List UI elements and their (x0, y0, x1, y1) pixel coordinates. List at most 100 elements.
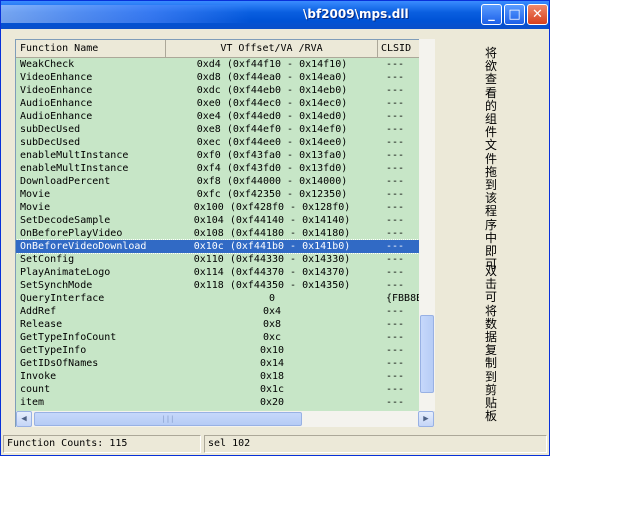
table-row[interactable]: subDecUsed 0xec (0xf44ee0 - 0x14ee0) --- (16, 136, 433, 149)
column-header-vt-offset[interactable]: VT Offset/VA /RVA (166, 40, 378, 57)
window-title: \bf2009\mps.dll (303, 7, 409, 21)
cell-vt-offset: 0x100 (0xf428f0 - 0x128f0) (193, 202, 351, 213)
cell-vt-offset: 0x18 (259, 371, 285, 382)
cell-function-name: SetSynchMode (20, 280, 93, 291)
cell-vt-offset: 0xdc (0xf44eb0 - 0x14eb0) (196, 85, 348, 96)
cell-function-name: subDecUsed (20, 124, 81, 135)
table-row[interactable]: item 0x20 --- (16, 396, 433, 409)
vertical-scroll-thumb[interactable] (420, 315, 434, 393)
table-row[interactable]: SetDecodeSample 0x104 (0xf44140 - 0x14140… (16, 214, 433, 227)
cell-function-name: SetConfig (20, 254, 75, 265)
scroll-left-button[interactable]: ◀ (16, 411, 32, 427)
cell-function-name: AddRef (20, 306, 57, 317)
table-row[interactable]: GetTypeInfo 0x10 --- (16, 344, 433, 357)
cell-vt-offset: 0x14 (259, 358, 285, 369)
cell-vt-offset: 0x10 (259, 345, 285, 356)
cell-function-name: PlayAnimateLogo (20, 267, 111, 278)
title-bar[interactable]: \bf2009\mps.dll _ □ ✕ (1, 1, 549, 29)
title-obscured-region (1, 5, 251, 23)
table-row[interactable]: AddRef 0x4 --- (16, 305, 433, 318)
cell-vt-offset: 0xec (0xf44ee0 - 0x14ee0) (196, 137, 348, 148)
cell-function-name: GetTypeInfoCount (20, 332, 117, 343)
arrow-left-icon: ◀ (21, 414, 27, 424)
table-row[interactable]: OnBeforeVideoDownload 0x10c (0xf441b0 - 0… (16, 239, 433, 254)
table-row[interactable]: count 0x1c --- (16, 383, 433, 396)
status-bar: Function Counts: 115 sel 102 (1, 433, 549, 455)
table-row[interactable]: QueryInterface0{FBB8BF69 (16, 292, 433, 305)
arrow-right-icon: ▶ (423, 414, 429, 424)
cell-vt-offset: 0x104 (0xf44140 - 0x14140) (193, 215, 351, 226)
table-row[interactable]: Invoke 0x18 --- (16, 370, 433, 383)
cell-function-name: Invoke (20, 371, 57, 382)
cell-vt-offset: 0xfc (0xf42350 - 0x12350) (196, 189, 348, 200)
cell-function-name: OnBeforeVideoDownload (20, 241, 147, 252)
cell-vt-offset: 0x110 (0xf44330 - 0x14330) (193, 254, 351, 265)
minimize-button[interactable]: _ (481, 4, 502, 25)
table-row[interactable]: GetIDsOfNames 0x14 --- (16, 357, 433, 370)
cell-vt-offset: 0xe0 (0xf44ec0 - 0x14ec0) (196, 98, 348, 109)
status-selection: sel 102 (204, 435, 547, 453)
table-row[interactable]: VideoEnhance 0xd8 (0xf44ea0 - 0x14ea0) --- (16, 71, 433, 84)
cell-vt-offset: 0xf0 (0xf43fa0 - 0x13fa0) (196, 150, 348, 161)
cell-function-name: AudioEnhance (20, 111, 93, 122)
close-icon: ✕ (532, 7, 543, 22)
table-row[interactable]: Movie 0xfc (0xf42350 - 0x12350) --- (16, 188, 433, 201)
cell-function-name: QueryInterface (20, 293, 105, 304)
cell-function-name: Movie (20, 202, 51, 213)
table-row[interactable]: Release 0x8 --- (16, 318, 433, 331)
cell-vt-offset: 0xe8 (0xf44ef0 - 0x14ef0) (196, 124, 348, 135)
cell-vt-offset: 0xc (262, 332, 282, 343)
cell-function-name: VideoEnhance (20, 85, 93, 96)
cell-vt-offset: 0x118 (0xf44350 - 0x14350) (193, 280, 351, 291)
cell-function-name: enableMultInstance (20, 150, 129, 161)
table-row[interactable]: PlayAnimateLogo 0x114 (0xf44370 - 0x14370… (16, 266, 433, 279)
cell-vt-offset: 0x1c (259, 384, 285, 395)
column-header-function-name[interactable]: Function Name (16, 40, 166, 57)
close-button[interactable]: ✕ (527, 4, 548, 25)
table-row[interactable]: VideoEnhance 0xdc (0xf44eb0 - 0x14eb0) --- (16, 84, 433, 97)
minimize-icon: _ (488, 7, 495, 22)
cell-vt-offset: 0x114 (0xf44370 - 0x14370) (193, 267, 351, 278)
cell-function-name: subDecUsed (20, 137, 81, 148)
cell-function-name: AudioEnhance (20, 98, 93, 109)
scroll-right-button[interactable]: ▶ (418, 411, 434, 427)
table-row[interactable]: AudioEnhance 0xe0 (0xf44ec0 - 0x14ec0) --- (16, 97, 433, 110)
cell-vt-offset: 0xf8 (0xf44000 - 0x14000) (196, 176, 348, 187)
main-window: \bf2009\mps.dll _ □ ✕ Function Name VT O… (0, 0, 550, 456)
horizontal-scroll-thumb[interactable]: ||| (34, 412, 302, 426)
cell-vt-offset: 0xd8 (0xf44ea0 - 0x14ea0) (196, 72, 348, 83)
cell-vt-offset: 0x20 (259, 397, 285, 408)
vertical-scrollbar[interactable] (419, 39, 435, 411)
cell-vt-offset: 0 (268, 293, 276, 304)
cell-function-name: DownloadPercent (20, 176, 111, 187)
cell-function-name: Movie (20, 189, 51, 200)
list-rows: WeakCheck 0xd4 (0xf44f10 - 0x14f10) --- Vid… (16, 58, 433, 410)
table-row[interactable]: OnBeforePlayVideo 0x108 (0xf44180 - 0x141… (16, 227, 433, 240)
status-function-counts: Function Counts: 115 (3, 435, 201, 453)
table-row[interactable]: subDecUsed 0xe8 (0xf44ef0 - 0x14ef0) --- (16, 123, 433, 136)
cell-function-name: count (20, 384, 51, 395)
function-list[interactable]: Function Name VT Offset/VA /RVA CLSID We… (15, 39, 433, 427)
cell-vt-offset: 0xd4 (0xf44f10 - 0x14f10) (196, 59, 348, 70)
cell-function-name: enableMultInstance (20, 163, 129, 174)
cell-function-name: Release (20, 319, 63, 330)
drag-hint-text: 将欲查看的组件文件拖到该程序中即可 (485, 46, 498, 272)
cell-function-name: OnBeforePlayVideo (20, 228, 123, 239)
table-row[interactable]: WeakCheck 0xd4 (0xf44f10 - 0x14f10) --- (16, 58, 433, 71)
horizontal-scrollbar[interactable]: ◀ ||| ▶ (16, 411, 434, 427)
cell-function-name: GetIDsOfNames (20, 358, 99, 369)
table-row[interactable]: SetSynchMode 0x118 (0xf44350 - 0x14350) --… (16, 279, 433, 292)
cell-function-name: VideoEnhance (20, 72, 93, 83)
table-row[interactable]: enableMultInstance 0xf0 (0xf43fa0 - 0x13f… (16, 149, 433, 162)
maximize-button[interactable]: □ (504, 4, 525, 25)
table-row[interactable]: enableMultInstance 0xf4 (0xf43fd0 - 0x13f… (16, 162, 433, 175)
table-row[interactable]: Movie 0x100 (0xf428f0 - 0x128f0) --- (16, 201, 433, 214)
cell-vt-offset: 0xe4 (0xf44ed0 - 0x14ed0) (196, 111, 348, 122)
table-row[interactable]: AudioEnhance 0xe4 (0xf44ed0 - 0x14ed0) --- (16, 110, 433, 123)
cell-vt-offset: 0xf4 (0xf43fd0 - 0x13fd0) (196, 163, 348, 174)
cell-vt-offset: 0x8 (262, 319, 282, 330)
cell-vt-offset: 0x10c (0xf441b0 - 0x141b0) (193, 241, 351, 252)
table-row[interactable]: GetTypeInfoCount 0xc --- (16, 331, 433, 344)
table-row[interactable]: SetConfig 0x110 (0xf44330 - 0x14330) --- (16, 253, 433, 266)
table-row[interactable]: DownloadPercent 0xf8 (0xf44000 - 0x14000)… (16, 175, 433, 188)
